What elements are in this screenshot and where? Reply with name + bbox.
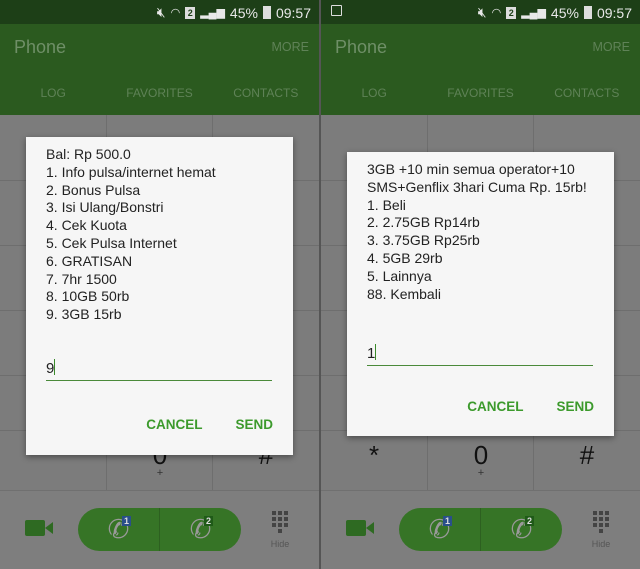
mute-icon: 🔇︎ (156, 4, 166, 20)
key-star[interactable]: * (344, 440, 404, 471)
message-line: 8. 10GB 50rb (46, 288, 130, 305)
message-line: 5. Lainnya (367, 267, 432, 284)
call-buttons: ✆ 1 ✆ 2 (78, 508, 241, 551)
ussd-dialog: Bal: Rp 500.0 1. Info pulsa/internet hema… (26, 137, 293, 455)
status-bar: 🔇︎ ◠ 2 ▂▄▆ 45% 09:57 (0, 0, 319, 24)
tab-favorites[interactable]: FAVORITES (427, 86, 533, 100)
message-line: 9. 3GB 15rb (46, 306, 122, 323)
clock: 09:57 (596, 4, 632, 21)
hide-label: Hide (591, 539, 611, 549)
ussd-message: Bal: Rp 500.0 1. Info pulsa/internet hema… (46, 146, 293, 324)
message-line: 88. Kembali (367, 285, 441, 302)
keypad-icon (268, 511, 292, 533)
ussd-reply-input[interactable]: 9 (46, 359, 272, 381)
sim-icon: 2 (185, 6, 196, 19)
tab-contacts[interactable]: CONTACTS (213, 86, 319, 100)
more-button[interactable]: MORE (593, 40, 631, 54)
battery-charging-icon (262, 6, 271, 19)
keypad-icon (589, 511, 613, 533)
message-line: 5. Cek Pulsa Internet (46, 234, 177, 251)
call-buttons: ✆ 1 ✆ 2 (399, 508, 562, 551)
tab-favorites[interactable]: FAVORITES (106, 86, 212, 100)
tab-contacts[interactable]: CONTACTS (534, 86, 640, 100)
hide-label: Hide (270, 539, 290, 549)
app-header: Phone MORE LOG FAVORITES CONTACTS (321, 24, 640, 115)
ussd-dialog: 3GB +10 min semua operator+10 SMS+Genflix… (347, 152, 614, 436)
mute-icon: 🔇︎ (477, 4, 487, 20)
message-line: Bal: Rp 500.0 (46, 146, 131, 162)
cancel-button[interactable]: CANCEL (467, 399, 523, 414)
more-button[interactable]: MORE (272, 40, 310, 54)
key-zero-plus: + (477, 467, 485, 479)
message-line: 3. Isi Ulang/Bonstri (46, 199, 164, 216)
sim2-badge: 2 (204, 516, 214, 526)
key-hash[interactable]: # (557, 440, 617, 471)
tab-log[interactable]: LOG (0, 86, 106, 100)
video-call-icon[interactable] (346, 520, 374, 536)
page-title: Phone (14, 37, 67, 57)
page-title: Phone (335, 37, 388, 57)
app-header: Phone MORE LOG FAVORITES CONTACTS (0, 24, 319, 115)
message-line: 3GB +10 min semua operator+10 (367, 161, 575, 177)
battery-percent: 45% (550, 4, 579, 21)
cancel-button[interactable]: CANCEL (146, 417, 202, 432)
bottom-bar: ✆ 1 ✆ 2 Hide (321, 490, 640, 569)
battery-charging-icon (583, 6, 592, 19)
phone-screen: 🔇︎ ◠ 2 ▂▄▆ 45% 09:57 Phone MORE LOG FAVO… (0, 0, 319, 569)
bottom-bar: ✆ 1 ✆ 2 Hide (0, 490, 319, 569)
wifi-icon: ◠ (170, 7, 181, 19)
call-sim1-button[interactable]: ✆ 1 (78, 508, 159, 551)
phone-screen: 🔇︎ ◠ 2 ▂▄▆ 45% 09:57 Phone MORE LOG FAVO… (321, 0, 640, 569)
status-bar: 🔇︎ ◠ 2 ▂▄▆ 45% 09:57 (321, 0, 640, 24)
call-sim2-button[interactable]: ✆ 2 (159, 508, 241, 551)
message-line: 2. 2.75GB Rp14rb (367, 214, 480, 231)
message-line: 3. 3.75GB Rp25rb (367, 232, 480, 249)
ussd-message: 3GB +10 min semua operator+10 SMS+Genflix… (367, 161, 614, 303)
image-notification-icon (331, 5, 342, 16)
message-line: SMS+Genflix 3hari Cuma Rp. 15rb! (367, 178, 587, 195)
battery-percent: 45% (229, 4, 258, 21)
message-line: 7. 7hr 1500 (46, 270, 117, 287)
key-zero-plus: + (156, 467, 164, 479)
sim1-badge: 1 (443, 516, 453, 526)
message-line: 4. 5GB 29rb (367, 249, 443, 266)
sim-icon: 2 (506, 6, 517, 19)
message-line: 4. Cek Kuota (46, 217, 127, 234)
send-button[interactable]: SEND (235, 417, 273, 432)
ussd-reply-input[interactable]: 1 (367, 344, 593, 366)
signal-icon: ▂▄▆ (521, 7, 546, 19)
message-line: 2. Bonus Pulsa (46, 181, 141, 198)
sim1-badge: 1 (122, 516, 132, 526)
sim2-badge: 2 (525, 516, 535, 526)
video-call-icon[interactable] (25, 520, 53, 536)
call-sim2-button[interactable]: ✆ 2 (480, 508, 562, 551)
call-sim1-button[interactable]: ✆ 1 (399, 508, 480, 551)
hide-keypad-button[interactable]: Hide (589, 511, 613, 549)
signal-icon: ▂▄▆ (200, 7, 225, 19)
wifi-icon: ◠ (491, 7, 502, 19)
message-line: 6. GRATISAN (46, 252, 133, 269)
hide-keypad-button[interactable]: Hide (268, 511, 292, 549)
send-button[interactable]: SEND (556, 399, 594, 414)
message-line: 1. Beli (367, 196, 406, 213)
clock: 09:57 (275, 4, 311, 21)
message-line: 1. Info pulsa/internet hemat (46, 163, 216, 180)
tab-log[interactable]: LOG (321, 86, 427, 100)
